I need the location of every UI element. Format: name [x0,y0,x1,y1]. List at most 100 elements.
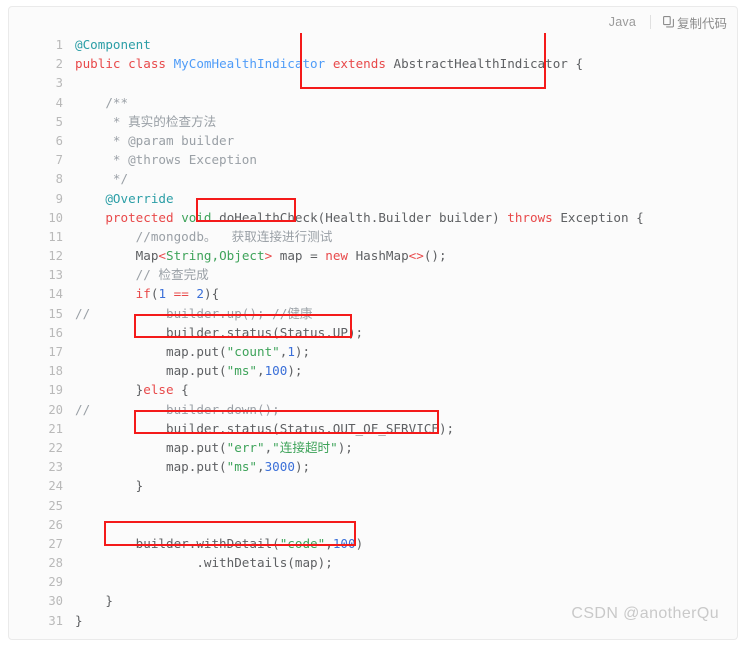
line-number: 25 [48,498,63,513]
code-line: 11 //mongodb。 获取连接进行测试 [9,227,737,246]
code-line: 9 @Override [9,189,737,208]
line-number: 9 [55,191,63,206]
code-token: map.put( [75,363,227,379]
code-token: 3000 [264,459,295,475]
code-line: 28 .withDetails(map); [9,553,737,572]
line-number: 29 [48,575,63,590]
code-line: 5 * 真实的检查方法 [9,112,737,131]
watermark: CSDN @anotherQu [571,605,719,622]
code-token: HashMap [348,248,409,264]
code-token: ) [355,535,364,551]
line-content: } [63,591,113,610]
code-token: builder.status(Status.OUT_OF_SERVICE); [75,420,455,436]
code-token: 1 [287,344,295,359]
code-token: "count" [226,344,280,359]
code-line: 27 builder.withDetail("code",100) [9,534,737,553]
code-token: 100 [332,535,356,551]
code-lines-container: 1 @Component 2 public class MyComHealthIndi… [9,35,737,630]
code-token: == [173,286,189,302]
line-content: map.put("count",1); [63,342,310,361]
code-line: 14 if(1 == 2){ [9,284,737,303]
code-token: else [143,382,174,398]
code-line: 12 Map<String,Object> map = new HashMap<… [9,246,737,265]
line-number: 15 [48,306,63,321]
code-token: } [75,593,113,609]
code-line: 24 } [9,476,737,495]
line-number: 11 [48,229,63,244]
copy-code-button[interactable]: 复制代码 [663,13,727,32]
line-content: */ [63,169,128,188]
code-token: // builder.down(); [75,401,280,417]
code-line: 23 map.put("ms",3000); [9,457,737,476]
line-content [63,73,83,92]
line-number: 5 [55,114,63,129]
line-content: } [63,611,83,630]
line-content: @Component [63,35,151,54]
line-content: .withDetails(map); [63,553,333,572]
code-token: "ms" [226,363,257,379]
line-content: // builder.up(); //健康 [63,304,313,323]
line-number: 16 [48,325,63,340]
line-content: map.put("ms",3000); [63,457,310,476]
line-number: 24 [48,479,63,494]
code-token: doHealthCheck(Health.Builder builder) [211,209,508,225]
code-token: map.put( [75,344,227,359]
code-token: 2 [196,286,204,302]
code-token: { [173,382,189,398]
line-number: 22 [48,440,63,455]
code-token: * @param builder [75,132,235,148]
line-content: * @param builder [63,131,234,150]
code-body[interactable]: 1 @Component 2 public class MyComHealthIndi… [9,33,737,639]
line-number: 30 [48,594,63,609]
line-content: builder.status(Status.OUT_OF_SERVICE); [63,419,454,438]
code-token: ); [287,363,303,379]
code-token: Exception { [552,209,644,225]
code-token: String,Object [166,248,265,264]
code-token: //mongodb。 获取连接进行测试 [75,228,333,244]
code-token: new [325,248,348,264]
line-number: 19 [48,383,63,398]
code-token: < [158,248,166,264]
code-token: } [75,382,144,398]
line-number: 10 [48,210,63,225]
code-line: 29 [9,572,737,591]
code-token: protected [105,209,174,225]
code-line: 8 */ [9,169,737,188]
code-token: builder.status(Status.UP); [75,324,364,340]
line-number: 4 [55,95,63,110]
line-content [63,515,83,534]
code-line: 21 builder.status(Status.OUT_OF_SERVICE)… [9,419,737,438]
code-line: 19 }else { [9,380,737,399]
code-token: ); [294,344,311,359]
code-token: map.put( [75,459,227,475]
line-number: 12 [48,249,63,264]
line-content: // builder.down(); [63,400,280,419]
line-number: 26 [48,517,63,532]
line-content: * 真实的检查方法 [63,112,216,131]
code-token: MyComHealthIndicator [173,56,326,72]
code-token: /** [75,94,129,110]
line-content: //mongodb。 获取连接进行测试 [63,227,333,246]
code-line: 22 map.put("err","连接超时"); [9,438,737,457]
line-content: builder.withDetail("code",100) [63,534,364,553]
code-line: 17 map.put("count",1); [9,342,737,361]
code-token: "err" [226,439,265,455]
line-content: * @throws Exception [63,150,257,169]
line-number: 14 [48,287,63,302]
header-divider [649,15,651,29]
code-token: "code" [279,535,326,551]
line-content: Map<String,Object> map = new HashMap<>()… [63,246,447,265]
code-token: (); [423,248,447,264]
code-line: 13 // 检查完成 [9,265,737,284]
line-number: 21 [48,421,63,436]
line-content: map.put("err","连接超时"); [63,438,353,457]
code-token: * @throws Exception [75,152,257,168]
line-content: } [63,476,144,495]
code-line: 1 @Component [9,35,737,54]
code-token: .withDetails(map); [75,555,333,571]
code-line: 26 [9,515,737,534]
code-token: map.put( [75,439,227,455]
